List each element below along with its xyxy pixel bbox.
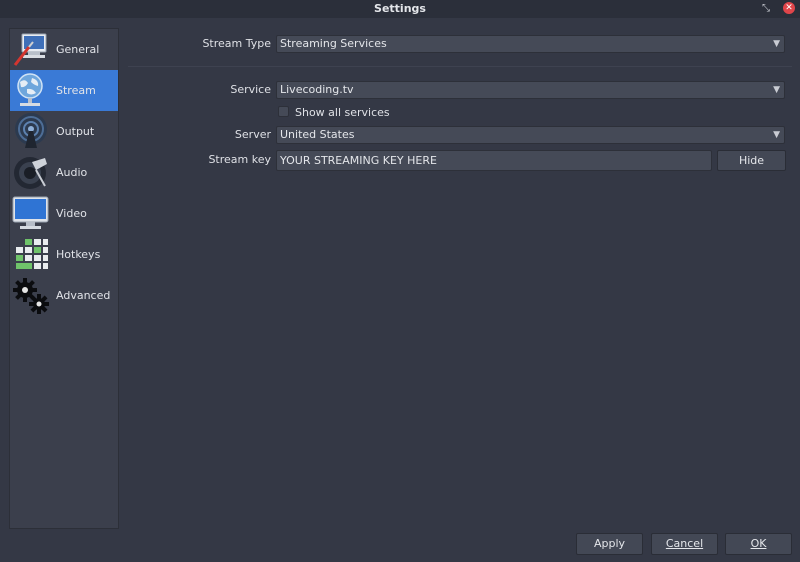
sidebar-item-audio[interactable]: Audio [10,152,118,193]
cancel-button[interactable]: Cancel [651,533,718,555]
close-icon[interactable]: ✕ [783,2,795,14]
sidebar-item-label: Stream [56,84,96,97]
sidebar-item-label: Advanced [56,289,111,302]
settings-sidebar: General Stream Output Audio Video Hotkey… [9,28,119,529]
server-label: Server [234,128,271,141]
sidebar-item-video[interactable]: Video [10,193,118,234]
title-bar: Settings ⤡ ✕ [0,0,800,18]
sidebar-item-label: Output [56,125,95,138]
show-all-services-checkbox[interactable] [278,106,289,117]
stream-type-label: Stream Type [202,37,271,50]
sidebar-item-general[interactable]: General [10,29,118,70]
sidebar-item-label: Video [56,207,87,220]
service-value: Livecoding.tv [280,83,354,96]
chevron-down-icon: ▼ [773,85,780,95]
service-label: Service [230,83,271,96]
apply-button[interactable]: Apply [576,533,643,555]
sidebar-item-hotkeys[interactable]: Hotkeys [10,234,118,275]
sidebar-item-stream[interactable]: Stream [10,70,118,111]
stream-key-value: YOUR STREAMING KEY HERE [280,154,437,167]
sidebar-item-label: General [56,43,100,56]
chevron-down-icon: ▼ [773,39,780,49]
sidebar-item-output[interactable]: Output [10,111,118,152]
sidebar-item-label: Audio [56,166,88,179]
ok-button[interactable]: OK [725,533,792,555]
hide-key-button[interactable]: Hide [717,150,786,171]
section-divider [128,66,792,67]
stream-type-value: Streaming Services [280,37,387,50]
video-icon [12,196,49,229]
stream-icon [17,73,43,106]
show-all-services-label[interactable]: Show all services [295,104,390,121]
restore-icon[interactable]: ⤡ [759,1,773,16]
server-select[interactable]: United States ▼ [276,126,785,144]
chevron-down-icon: ▼ [773,130,780,140]
window-title: Settings [374,2,426,15]
audio-icon [14,157,47,189]
stream-key-label: Stream key [208,153,271,166]
sidebar-item-advanced[interactable]: Advanced [10,275,118,316]
sidebar-item-label: Hotkeys [56,248,101,261]
advanced-icon [13,278,49,314]
service-select[interactable]: Livecoding.tv ▼ [276,81,785,99]
general-icon [13,33,47,66]
stream-key-input[interactable]: YOUR STREAMING KEY HERE [276,150,712,171]
server-value: United States [280,128,355,141]
output-icon [15,113,47,148]
hotkeys-icon [16,239,48,269]
stream-type-select[interactable]: Streaming Services ▼ [276,35,785,53]
